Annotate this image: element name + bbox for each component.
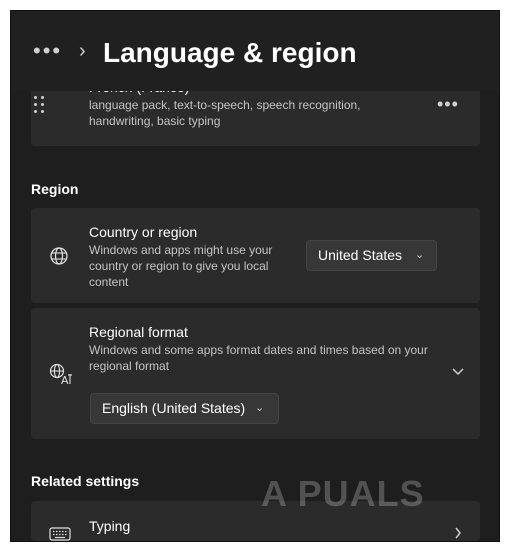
page-header: ••• › Language & region bbox=[11, 11, 499, 91]
globe-icon bbox=[50, 247, 68, 265]
keyboard-icon bbox=[49, 527, 71, 541]
language-features: language pack, text-to-speech, speech re… bbox=[89, 98, 361, 128]
region-heading: Region bbox=[31, 181, 79, 197]
chevron-down-icon: ⌄ bbox=[255, 402, 265, 414]
regional-format-dropdown[interactable]: English (United States) ⌄ bbox=[90, 393, 279, 424]
country-dropdown[interactable]: United States ⌄ bbox=[306, 240, 437, 271]
chevron-right-icon bbox=[455, 527, 461, 539]
regional-format-description: Windows and some apps format dates and t… bbox=[89, 343, 428, 373]
country-dropdown-value: United States bbox=[318, 247, 403, 263]
country-or-region-title: Country or region bbox=[89, 224, 198, 240]
related-settings-heading: Related settings bbox=[31, 473, 140, 489]
regional-format-title: Regional format bbox=[89, 324, 188, 340]
language-options-button[interactable]: ••• bbox=[437, 95, 459, 113]
svg-text:A: A bbox=[61, 374, 69, 385]
settings-window: French (France) language pack, text-to-s… bbox=[10, 10, 500, 542]
regional-format-dropdown-value: English (United States) bbox=[102, 400, 246, 416]
country-or-region-description: Windows and apps might use your country … bbox=[89, 243, 273, 289]
page-title: Language & region bbox=[103, 37, 357, 68]
watermark-logo: A PUALS bbox=[261, 473, 425, 514]
drag-handle-icon[interactable] bbox=[34, 96, 46, 114]
expand-chevron-icon[interactable] bbox=[451, 367, 465, 377]
typing-title: Typing bbox=[89, 518, 131, 534]
chevron-down-icon: ⌄ bbox=[415, 249, 425, 261]
breadcrumb-separator: › bbox=[79, 40, 86, 62]
language-format-icon: A bbox=[49, 363, 72, 385]
more-icon[interactable]: ••• bbox=[33, 40, 62, 62]
